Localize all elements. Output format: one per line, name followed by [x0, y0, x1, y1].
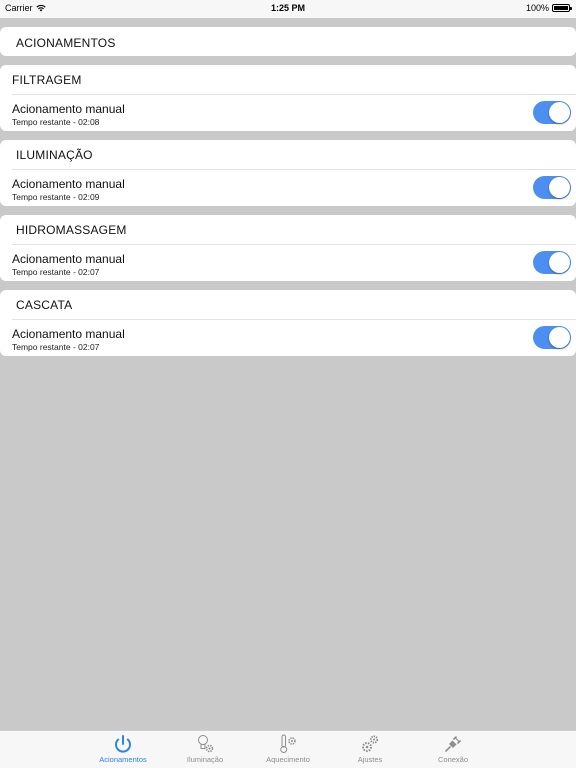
tab-conexao[interactable]: Conexão [421, 733, 485, 764]
tab-iluminacao[interactable]: Iluminação [173, 733, 237, 764]
toggle-filtragem[interactable] [533, 101, 571, 124]
tab-label: Acionamentos [99, 755, 147, 764]
status-bar: Carrier 1:25 PM 100% [0, 0, 576, 18]
battery-fill [554, 6, 568, 10]
plug-icon [445, 736, 461, 752]
section-filtragem: FILTRAGEM Acionamento manual Tempo resta… [0, 65, 576, 131]
section-divider [12, 319, 576, 320]
battery-info: 100% [525, 3, 572, 13]
tab-aquecimento[interactable]: Aquecimento [256, 733, 320, 764]
toggle-knob [549, 102, 570, 123]
toggle-knob [549, 252, 570, 273]
section-divider [12, 244, 576, 245]
power-icon [115, 735, 131, 753]
tab-bar: Acionamentos Iluminação Aquecimento Ajus… [0, 730, 576, 768]
tab-ajustes[interactable]: Ajustes [338, 733, 402, 764]
section-title: HIDROMASSAGEM [16, 223, 127, 237]
row-remaining-time: Tempo restante - 02:07 [12, 342, 100, 352]
bulb-gear-icon [198, 735, 214, 753]
status-time: 1:25 PM [270, 3, 305, 13]
row-label: Acionamento manual [12, 252, 125, 266]
row-label: Acionamento manual [12, 327, 125, 341]
row-remaining-time: Tempo restante - 02:08 [12, 117, 100, 127]
toggle-iluminacao[interactable] [533, 176, 571, 199]
row-remaining-time: Tempo restante - 02:09 [12, 192, 100, 202]
row-remaining-time: Tempo restante - 02:07 [12, 267, 100, 277]
section-title: ILUMINAÇÃO [16, 148, 93, 162]
tab-label: Aquecimento [266, 755, 310, 764]
battery-percent: 100% [525, 3, 549, 13]
section-hidromassagem: HIDROMASSAGEM Acionamento manual Tempo r… [0, 215, 576, 281]
section-cascata: CASCATA Acionamento manual Tempo restant… [0, 290, 576, 356]
header-card: ACIONAMENTOS [0, 27, 576, 56]
row-label: Acionamento manual [12, 177, 125, 191]
tab-label: Conexão [437, 755, 469, 764]
tab-label: Iluminação [186, 755, 224, 764]
toggle-cascata[interactable] [533, 326, 571, 349]
section-iluminacao: ILUMINAÇÃO Acionamento manual Tempo rest… [0, 140, 576, 206]
section-title: FILTRAGEM [12, 73, 82, 87]
page-title: ACIONAMENTOS [16, 36, 116, 50]
battery-icon [552, 4, 572, 12]
row-label: Acionamento manual [12, 102, 125, 116]
section-divider [12, 94, 576, 95]
tab-label: Ajustes [357, 755, 383, 764]
tab-acionamentos[interactable]: Acionamentos [91, 733, 155, 764]
gears-icon [362, 735, 379, 752]
thermometer-gear-icon [280, 734, 296, 753]
section-divider [12, 169, 576, 170]
toggle-knob [549, 327, 570, 348]
toggle-hidromassagem[interactable] [533, 251, 571, 274]
toggle-knob [549, 177, 570, 198]
section-title: CASCATA [16, 298, 73, 312]
